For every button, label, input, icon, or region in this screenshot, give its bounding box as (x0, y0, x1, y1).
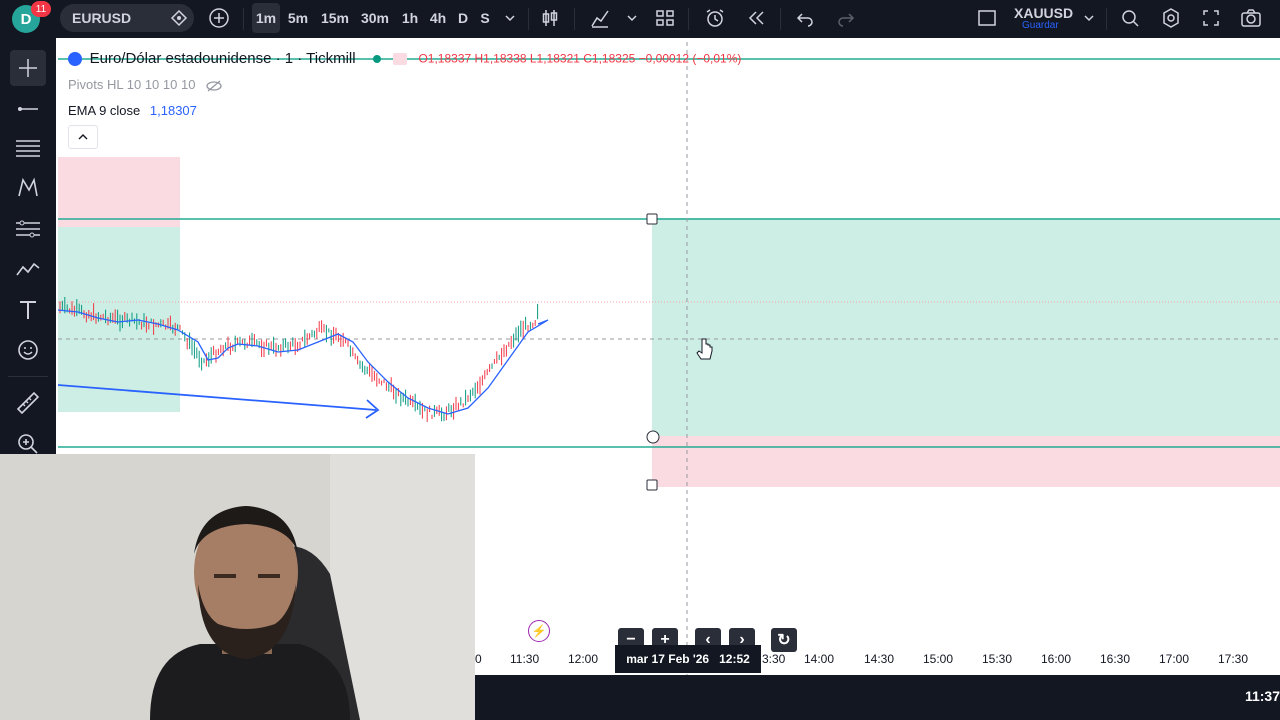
fib-icon[interactable] (14, 215, 42, 243)
alert-clock-icon[interactable] (703, 6, 727, 30)
interval-s[interactable]: S (476, 3, 494, 33)
pattern-icon[interactable] (14, 174, 42, 202)
interval-30m[interactable]: 30m (358, 3, 392, 33)
notification-badge: 11 (31, 1, 51, 17)
settings-gear-icon[interactable] (1159, 6, 1183, 30)
ema-label: EMA 9 close (68, 103, 141, 118)
drawing-toolbar (0, 38, 56, 454)
replay-icon[interactable] (744, 6, 768, 30)
time-tick: 0 (475, 652, 482, 666)
text-icon[interactable] (14, 296, 42, 324)
undo-icon[interactable] (793, 6, 817, 30)
chart-title: Euro/Dólar estadounidense · 1 · Tickmill (89, 50, 356, 68)
save-label: Guardar (1022, 20, 1059, 31)
candles-icon[interactable] (538, 6, 562, 30)
fullscreen-icon[interactable] (1199, 6, 1223, 30)
interval-label: 1h (401, 10, 419, 26)
interval-1h[interactable]: 1h (398, 3, 422, 33)
indicators-icon[interactable] (588, 6, 612, 30)
time-tick: 3:30 (762, 652, 786, 666)
time-tick: 11:30 (510, 652, 540, 666)
interval-label: 1m (255, 10, 277, 26)
crosshair-tool[interactable] (10, 50, 46, 86)
interval-label: 30m (360, 10, 390, 26)
interval-label: 5m (287, 10, 309, 26)
interval-4h[interactable]: 4h (426, 3, 450, 33)
pivots-legend[interactable]: Pivots HL 10 10 10 10 (68, 77, 223, 93)
position-handle (646, 430, 660, 444)
symbol-search[interactable]: EURUSD (60, 4, 194, 32)
chevron-up-icon (78, 134, 88, 140)
status-badge (392, 52, 407, 65)
pivots-label: Pivots HL 10 10 10 10 (68, 77, 196, 92)
layout-symbol-label: XAUUSD (1014, 5, 1074, 21)
horizontal-lines-icon[interactable] (14, 134, 42, 162)
chevron-down-icon[interactable] (498, 6, 522, 30)
add-symbol-icon[interactable] (207, 6, 231, 30)
layout-grid-icon[interactable] (653, 6, 677, 30)
legend-title-row: Euro/Dólar estadounidense · 1 · Tickmill… (68, 50, 741, 67)
interval-label: S (480, 10, 490, 26)
crosshair-time-label: mar 17 Feb '26 12:52 (615, 645, 761, 673)
redo-icon[interactable] (834, 6, 858, 30)
webcam-image (0, 454, 475, 720)
notification-count: 11 (35, 3, 47, 15)
trendline-icon[interactable] (14, 95, 42, 123)
time-tick: 14:00 (804, 652, 835, 666)
ruler-icon[interactable] (14, 389, 42, 417)
time-tick: 17:00 (1159, 652, 1190, 666)
time-tick: 12:00 (568, 652, 599, 666)
top-toolbar: D 11 EURUSD 1m 5m 15m 30m 1h 4h D S XAUU… (0, 0, 1280, 38)
interval-d[interactable]: D (454, 3, 472, 33)
symbol-logo-icon (68, 51, 82, 66)
time-tick: 16:00 (1041, 652, 1072, 666)
ohlc-values: O1,18337 H1,18338 L1,18321 C1,18325 −0,0… (418, 51, 742, 66)
interval-1m[interactable]: 1m (252, 3, 280, 33)
chevron-down-icon[interactable] (620, 6, 644, 30)
position-handle (646, 479, 658, 491)
layout-square-icon[interactable] (975, 6, 999, 30)
webcam-overlay (0, 454, 475, 720)
avatar-letter: D (20, 10, 32, 28)
time-tick: 14:30 (864, 652, 895, 666)
crosshair-icon (19, 59, 37, 77)
interval-15m[interactable]: 15m (318, 3, 352, 33)
symbol-label: EURUSD (72, 10, 132, 26)
collapse-legend-button[interactable] (68, 125, 98, 149)
symbol-diamond-icon[interactable] (170, 9, 188, 27)
ema-value: 1,18307 (149, 103, 197, 118)
time-tick: 17:30 (1218, 652, 1249, 666)
interval-label: 15m (320, 10, 350, 26)
emoji-icon[interactable] (14, 336, 42, 364)
time-tick: 15:00 (923, 652, 954, 666)
interval-label: D (457, 10, 469, 26)
lightning-icon[interactable]: ⚡ (528, 620, 550, 642)
camera-icon[interactable] (1239, 6, 1263, 30)
time-tick: 16:30 (1100, 652, 1131, 666)
interval-label: 4h (429, 10, 447, 26)
chevron-down-icon[interactable] (1077, 6, 1101, 30)
market-open-dot (373, 54, 382, 63)
bottom-panel: 11:37 (474, 675, 1280, 720)
clock: 11:37 (1244, 688, 1280, 704)
brush-icon[interactable] (14, 255, 42, 283)
time-tick: 15:30 (982, 652, 1013, 666)
quick-search-icon[interactable] (1118, 6, 1142, 30)
position-handle (646, 213, 658, 225)
layout-save[interactable]: XAUUSD Guardar (1010, 4, 1074, 34)
interval-5m[interactable]: 5m (284, 3, 312, 33)
crosshair-time-text: mar 17 Feb '26 12:52 (626, 652, 750, 666)
ema-legend[interactable]: EMA 9 close 1,18307 (68, 103, 197, 118)
hidden-eye-icon[interactable] (205, 79, 223, 93)
